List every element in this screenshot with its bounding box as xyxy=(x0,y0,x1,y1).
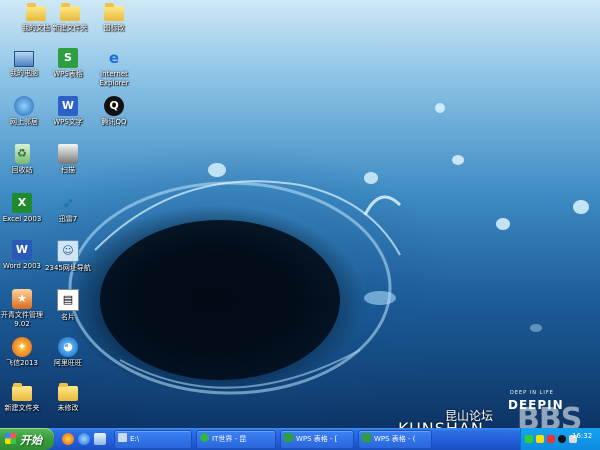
desktop-icon-thunder[interactable]: ➶ 迅雷7 xyxy=(36,193,100,224)
wps-spreadsheet-icon: S xyxy=(58,48,78,68)
start-button[interactable]: 开始 xyxy=(0,428,54,450)
desktop-icon-label: 图标改 xyxy=(103,24,125,32)
wallpaper-brand-tagline: DEEP IN LIFE xyxy=(510,390,554,396)
folder-icon xyxy=(12,383,32,401)
watermark-forum-en: KUNSHAN xyxy=(398,419,484,428)
word-icon: W xyxy=(12,240,32,260)
desktop-icon-label: 未修改 xyxy=(57,404,79,412)
tray-qq-icon[interactable] xyxy=(558,435,566,443)
internet-explorer-icon: e xyxy=(108,49,120,67)
folder-icon xyxy=(60,3,80,21)
tray-app-icon[interactable] xyxy=(547,435,555,443)
folder-icon xyxy=(104,3,124,21)
quick-launch-ie-icon[interactable] xyxy=(78,433,90,445)
watermark-bbs: BBS xyxy=(517,402,582,428)
desktop-icon-qq[interactable]: Q 腾讯QQ xyxy=(82,96,146,127)
folder-icon xyxy=(58,383,78,401)
task-button-wps-2[interactable]: WPS 表格 - ( xyxy=(358,430,432,449)
desktop-icon-internet-explorer[interactable]: e Internet Explorer xyxy=(82,48,146,88)
scanner-icon xyxy=(58,144,78,164)
task-label: WPS 表格 - ( xyxy=(374,435,416,443)
wps-spreadsheet-icon xyxy=(284,433,293,442)
quick-launch-fetion-icon[interactable] xyxy=(62,433,74,445)
navigation-icon: ☺ xyxy=(57,240,79,262)
taskbar-clock[interactable]: 16:32 xyxy=(572,432,592,440)
business-card-icon: ▤ xyxy=(57,289,79,311)
thunder-icon: ➶ xyxy=(61,194,75,212)
desktop-icon-scanner[interactable]: 扫描 xyxy=(36,144,100,175)
desktop-icon-aliwangwang[interactable]: ◕ 阿里旺旺 xyxy=(36,337,100,368)
quick-launch-desktop-icon[interactable] xyxy=(94,433,106,445)
file-manager-icon: ★ xyxy=(12,289,32,309)
aliwangwang-icon: ◕ xyxy=(58,337,78,357)
desktop-icon-label: 2345网址导航 xyxy=(45,264,91,272)
desktop-icon-unmodified[interactable]: 未修改 xyxy=(36,383,100,413)
desktop-icon-business-card[interactable]: ▤ 名片 xyxy=(36,289,100,322)
my-computer-icon xyxy=(14,51,34,67)
task-button-it-world[interactable]: IT世界 - 昆 xyxy=(196,430,276,449)
tray-app-icon[interactable] xyxy=(525,435,533,443)
fetion-icon: ✦ xyxy=(12,337,32,357)
desktop-icon-label: 扫描 xyxy=(61,166,75,174)
desktop-icon-label: 迅雷7 xyxy=(58,215,78,223)
task-label: WPS 表格 - [ xyxy=(296,435,338,443)
task-label: IT世界 - 昆 xyxy=(212,435,247,443)
windows-logo-icon xyxy=(5,433,16,444)
network-icon xyxy=(14,96,34,116)
desktop-icon-label: Internet Explorer xyxy=(99,70,129,87)
drive-icon xyxy=(118,433,127,442)
desktop-icon-label: 腾讯QQ xyxy=(101,118,127,126)
task-button-wps-1[interactable]: WPS 表格 - [ xyxy=(280,430,354,449)
desktop-icon-icon-mod[interactable]: 图标改 xyxy=(82,3,146,33)
desktop: 我的文档 新建文件夹 图标改 我的电脑 S WPS表格 e Internet E… xyxy=(0,0,600,428)
desktop-icon-2345-nav[interactable]: ☺ 2345网址导航 xyxy=(36,240,100,273)
tray-app-icon[interactable] xyxy=(536,435,544,443)
recycle-bin-icon: ♻ xyxy=(14,144,30,164)
qq-icon: Q xyxy=(104,96,124,116)
wps-spreadsheet-icon xyxy=(362,433,371,442)
desktop-icon-label: 名片 xyxy=(61,313,75,321)
wps-writer-icon: W xyxy=(58,96,78,116)
start-label: 开始 xyxy=(20,434,42,447)
browser-icon xyxy=(200,433,209,442)
excel-icon: X xyxy=(12,193,32,213)
task-label: E:\ xyxy=(130,435,140,443)
desktop-icon-label: 阿里旺旺 xyxy=(54,359,82,367)
task-button-drive[interactable]: E:\ xyxy=(114,430,192,449)
